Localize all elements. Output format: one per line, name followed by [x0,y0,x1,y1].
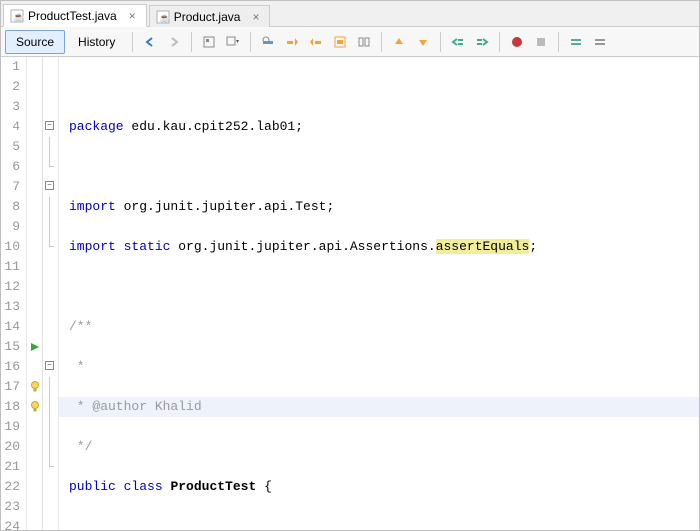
keyword: class [124,479,163,494]
fold-toggle-icon[interactable]: − [45,121,54,130]
line-number: 1 [1,57,20,77]
toolbar-icon[interactable] [353,31,375,53]
uncomment-icon[interactable] [589,31,611,53]
close-icon[interactable]: × [250,10,261,24]
find-selection-icon[interactable] [257,31,279,53]
line-number: 20 [1,437,20,457]
line-number: 2 [1,77,20,97]
code-text: edu.kau.cpit252.lab01; [124,119,303,134]
toggle-highlight-icon[interactable] [329,31,351,53]
comment: /** [69,319,92,334]
line-number: 4 [1,117,20,137]
separator [191,32,192,52]
find-next-icon[interactable] [305,31,327,53]
line-number: 7 [1,177,20,197]
source-tab[interactable]: Source [5,30,65,54]
stop-macro-icon[interactable] [530,31,552,53]
keyword: static [124,239,171,254]
close-icon[interactable]: × [127,9,138,23]
line-number: 21 [1,457,20,477]
code-text: org.junit.jupiter.api.Test; [116,199,334,214]
next-bookmark-icon[interactable] [412,31,434,53]
class-name: ProductTest [170,479,256,494]
line-number: 6 [1,157,20,177]
fold-gutter: − − − [43,57,59,530]
separator [132,32,133,52]
hint-bulb-icon[interactable] [27,377,42,397]
keyword: import [69,239,116,254]
comment: */ [69,439,92,454]
line-number: 16 [1,357,20,377]
code-text: { [256,479,272,494]
line-number: 9 [1,217,20,237]
line-number: 17 [1,377,20,397]
java-file-icon: ☕ [156,10,170,24]
line-number: 3 [1,97,20,117]
line-number: 12 [1,277,20,297]
comment: * @author Khalid [69,399,202,414]
line-number: 11 [1,257,20,277]
separator [558,32,559,52]
line-number: 22 [1,477,20,497]
tab-label: ProductTest.java [28,9,117,23]
separator [250,32,251,52]
line-number: 19 [1,417,20,437]
separator [499,32,500,52]
line-number: 23 [1,497,20,517]
code-editor[interactable]: 1 2 3 4 5 6 7 8 9 10 11 12 13 14 15 16 1… [1,57,699,530]
marker-gutter [27,57,43,530]
line-number: 18 [1,397,20,417]
nav-back-icon[interactable] [139,31,161,53]
toolbar-dropdown-icon[interactable] [222,31,244,53]
nav-forward-icon[interactable] [163,31,185,53]
tab-product[interactable]: ☕ Product.java × [149,5,271,27]
keyword: public [69,479,116,494]
shift-right-icon[interactable] [471,31,493,53]
svg-text:☕: ☕ [13,11,24,22]
editor-toolbar: Source History [1,27,699,57]
highlighted-symbol: assertEquals [436,239,530,254]
code-text: org.junit.jupiter.api.Assertions. [170,239,435,254]
line-number: 15 [1,337,20,357]
tab-label: Product.java [174,10,241,24]
line-number: 10 [1,237,20,257]
svg-text:☕: ☕ [159,12,170,23]
line-number: 5 [1,137,20,157]
line-number: 24 [1,517,20,530]
code-text: ; [529,239,537,254]
separator [440,32,441,52]
fold-toggle-icon[interactable]: − [45,181,54,190]
line-number: 8 [1,197,20,217]
hint-bulb-icon[interactable] [27,397,42,417]
java-file-icon: ☕ [10,9,24,23]
shift-left-icon[interactable] [447,31,469,53]
keyword: import [69,199,116,214]
prev-bookmark-icon[interactable] [388,31,410,53]
comment-icon[interactable] [565,31,587,53]
run-marker-icon[interactable] [27,337,42,357]
line-number: 13 [1,297,20,317]
line-number-gutter: 1 2 3 4 5 6 7 8 9 10 11 12 13 14 15 16 1… [1,57,27,530]
history-tab[interactable]: History [67,30,126,54]
file-tab-bar: ☕ ProductTest.java × ☕ Product.java × [1,1,699,27]
fold-toggle-icon[interactable]: − [45,361,54,370]
keyword: package [69,119,124,134]
separator [381,32,382,52]
start-macro-icon[interactable] [506,31,528,53]
tab-producttest[interactable]: ☕ ProductTest.java × [3,4,147,27]
line-number: 14 [1,317,20,337]
comment: * [69,359,85,374]
toolbar-icon[interactable] [198,31,220,53]
find-prev-icon[interactable] [281,31,303,53]
code-area[interactable]: package edu.kau.cpit252.lab01; import or… [59,57,699,530]
